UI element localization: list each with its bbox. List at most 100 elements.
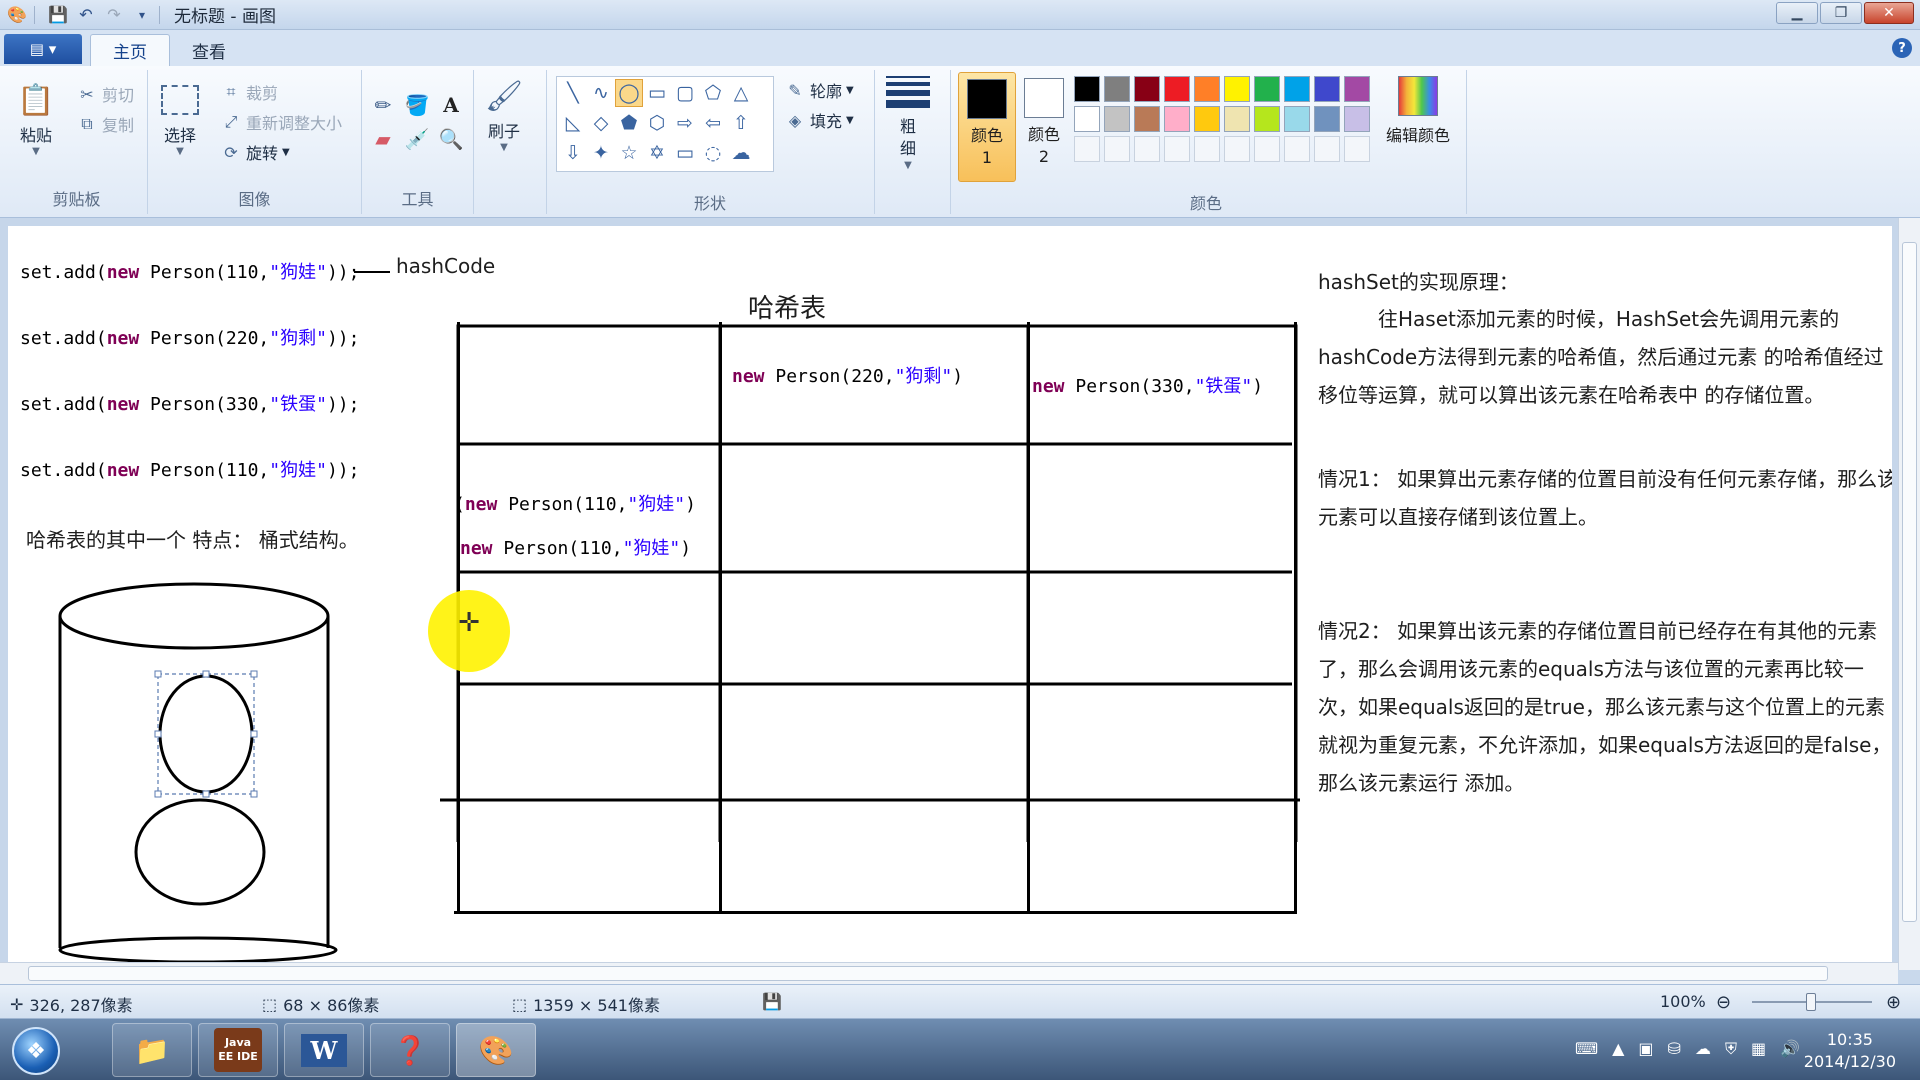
fill-button[interactable]: ◈ 填充 ▼ <box>784 108 854 132</box>
outline-button[interactable]: ✎ 轮廓 ▼ <box>784 78 853 102</box>
right-arrow-shape-icon[interactable]: ⇨ <box>671 109 699 137</box>
color-swatch[interactable] <box>1134 76 1160 102</box>
save-icon[interactable]: 💾 <box>47 4 69 26</box>
magnifier-icon[interactable]: 🔍 <box>436 124 466 154</box>
oval-shape-icon[interactable]: ◯ <box>615 79 643 107</box>
zoom-in-button[interactable]: ⊕ <box>1886 992 1901 1013</box>
eraser-icon[interactable]: ▰ <box>368 124 398 154</box>
color-swatch[interactable] <box>1284 76 1310 102</box>
help-icon[interactable]: ? <box>1892 38 1912 58</box>
fill-bucket-icon[interactable]: 🪣 <box>402 90 432 120</box>
color-swatch[interactable] <box>1254 76 1280 102</box>
custom-color-slot[interactable] <box>1164 136 1190 162</box>
line-shape-icon[interactable]: ╲ <box>559 79 587 107</box>
right-triangle-shape-icon[interactable]: ◺ <box>559 109 587 137</box>
tab-view[interactable]: 查看 <box>170 34 248 66</box>
rounded-rectangle-shape-icon[interactable]: ▢ <box>671 79 699 107</box>
color-swatch[interactable] <box>1284 106 1310 132</box>
color-swatch[interactable] <box>1104 76 1130 102</box>
cut-button[interactable]: ✂ 剪切 <box>76 82 134 106</box>
cloud-icon[interactable]: ☁ <box>1695 1039 1711 1059</box>
custom-color-slot[interactable] <box>1194 136 1220 162</box>
custom-color-slot[interactable] <box>1224 136 1250 162</box>
file-menu-button[interactable]: ▤ ▾ <box>4 34 82 64</box>
taskbar-help[interactable]: ❓ <box>370 1023 450 1077</box>
color-swatch[interactable] <box>1074 106 1100 132</box>
color-picker-icon[interactable]: 💉 <box>402 124 432 154</box>
zoom-slider-thumb[interactable] <box>1806 993 1816 1011</box>
text-tool-icon[interactable]: A <box>436 90 466 120</box>
copy-button[interactable]: ⧉ 复制 <box>76 112 134 136</box>
size-button[interactable]: 粗细 ▼ <box>886 76 930 171</box>
select-button[interactable]: 选择 ▼ <box>160 78 200 157</box>
customize-quick-access-icon[interactable]: ▾ <box>131 4 153 26</box>
color-swatch[interactable] <box>1224 106 1250 132</box>
taskbar-javaee-ide[interactable]: Java EE IDE <box>198 1023 278 1077</box>
custom-color-slot[interactable] <box>1254 136 1280 162</box>
color-swatch[interactable] <box>1314 106 1340 132</box>
rotate-button[interactable]: ⟳ 旋转 ▼ <box>220 140 289 164</box>
color-swatch[interactable] <box>1224 76 1250 102</box>
minimize-button[interactable]: ▁ <box>1776 2 1818 24</box>
custom-color-slot[interactable] <box>1104 136 1130 162</box>
down-arrow-shape-icon[interactable]: ⇩ <box>559 139 587 167</box>
hexagon-shape-icon[interactable]: ⬡ <box>643 109 671 137</box>
paint-app-icon[interactable]: 🎨 <box>6 4 28 26</box>
custom-color-slot[interactable] <box>1134 136 1160 162</box>
color1-button[interactable]: 颜色 1 <box>958 72 1016 182</box>
custom-color-slot[interactable] <box>1344 136 1370 162</box>
left-arrow-shape-icon[interactable]: ⇦ <box>699 109 727 137</box>
color-swatch[interactable] <box>1164 76 1190 102</box>
color-swatch[interactable] <box>1074 76 1100 102</box>
close-button[interactable]: ✕ <box>1864 2 1914 24</box>
undo-icon[interactable]: ↶ <box>75 4 97 26</box>
rectangle-shape-icon[interactable]: ▭ <box>643 79 671 107</box>
taskbar-explorer[interactable]: 📁 <box>112 1023 192 1077</box>
callout-rect-shape-icon[interactable]: ▭ <box>671 139 699 167</box>
color-swatch[interactable] <box>1104 106 1130 132</box>
color-swatch[interactable] <box>1194 106 1220 132</box>
redo-icon[interactable]: ↷ <box>103 4 125 26</box>
four-point-star-shape-icon[interactable]: ✦ <box>587 139 615 167</box>
custom-color-slot[interactable] <box>1284 136 1310 162</box>
resize-button[interactable]: ⤢ 重新调整大小 <box>220 110 342 134</box>
color-swatch[interactable] <box>1194 76 1220 102</box>
security-shield-icon[interactable]: ⛨ <box>1725 1039 1737 1059</box>
taskbar-paint[interactable]: 🎨 <box>456 1023 536 1077</box>
callout-oval-shape-icon[interactable]: ◌ <box>699 139 727 167</box>
pentagon-shape-icon[interactable]: ⬟ <box>615 109 643 137</box>
show-hidden-icons[interactable]: ▲ <box>1612 1039 1624 1059</box>
tab-home[interactable]: 主页 <box>90 34 170 66</box>
color-swatch[interactable] <box>1344 76 1370 102</box>
vertical-scroll-thumb[interactable] <box>1902 242 1917 922</box>
vertical-scrollbar[interactable] <box>1898 218 1920 970</box>
custom-color-slot[interactable] <box>1074 136 1100 162</box>
network-icon[interactable]: ▦ <box>1751 1039 1766 1059</box>
curve-shape-icon[interactable]: ∿ <box>587 79 615 107</box>
paste-button[interactable]: 📋 粘贴 ▼ <box>16 78 56 158</box>
color-swatch[interactable] <box>1344 106 1370 132</box>
start-button[interactable]: ❖ <box>12 1027 60 1075</box>
usb-icon[interactable]: ⛁ <box>1668 1039 1681 1059</box>
color-swatch[interactable] <box>1134 106 1160 132</box>
volume-icon[interactable]: 🔊 <box>1780 1039 1800 1059</box>
pencil-icon[interactable]: ✏ <box>368 90 398 120</box>
diamond-shape-icon[interactable]: ◇ <box>587 109 615 137</box>
antivirus-icon[interactable]: ▣ <box>1638 1039 1653 1059</box>
color-swatch[interactable] <box>1254 106 1280 132</box>
brushes-button[interactable]: 🖌 刷子 ▼ <box>484 74 524 154</box>
color-swatch[interactable] <box>1314 76 1340 102</box>
restore-button[interactable]: ❐ <box>1820 2 1862 24</box>
zoom-out-button[interactable]: ⊖ <box>1716 992 1731 1013</box>
color2-button[interactable]: 颜色 2 <box>1020 72 1068 182</box>
taskbar-word[interactable]: W <box>284 1023 364 1077</box>
drawing-canvas[interactable]: set.add(new Person(110,"狗娃")); hashCode … <box>8 226 1892 962</box>
callout-cloud-shape-icon[interactable]: ☁ <box>727 139 755 167</box>
six-point-star-shape-icon[interactable]: ✡ <box>643 139 671 167</box>
triangle-shape-icon[interactable]: △ <box>727 79 755 107</box>
custom-color-slot[interactable] <box>1314 136 1340 162</box>
crop-button[interactable]: ⌗ 裁剪 <box>220 80 278 104</box>
five-point-star-shape-icon[interactable]: ☆ <box>615 139 643 167</box>
horizontal-scrollbar[interactable] <box>0 962 1898 984</box>
edit-colors-button[interactable]: 编辑颜色 <box>1386 76 1450 146</box>
